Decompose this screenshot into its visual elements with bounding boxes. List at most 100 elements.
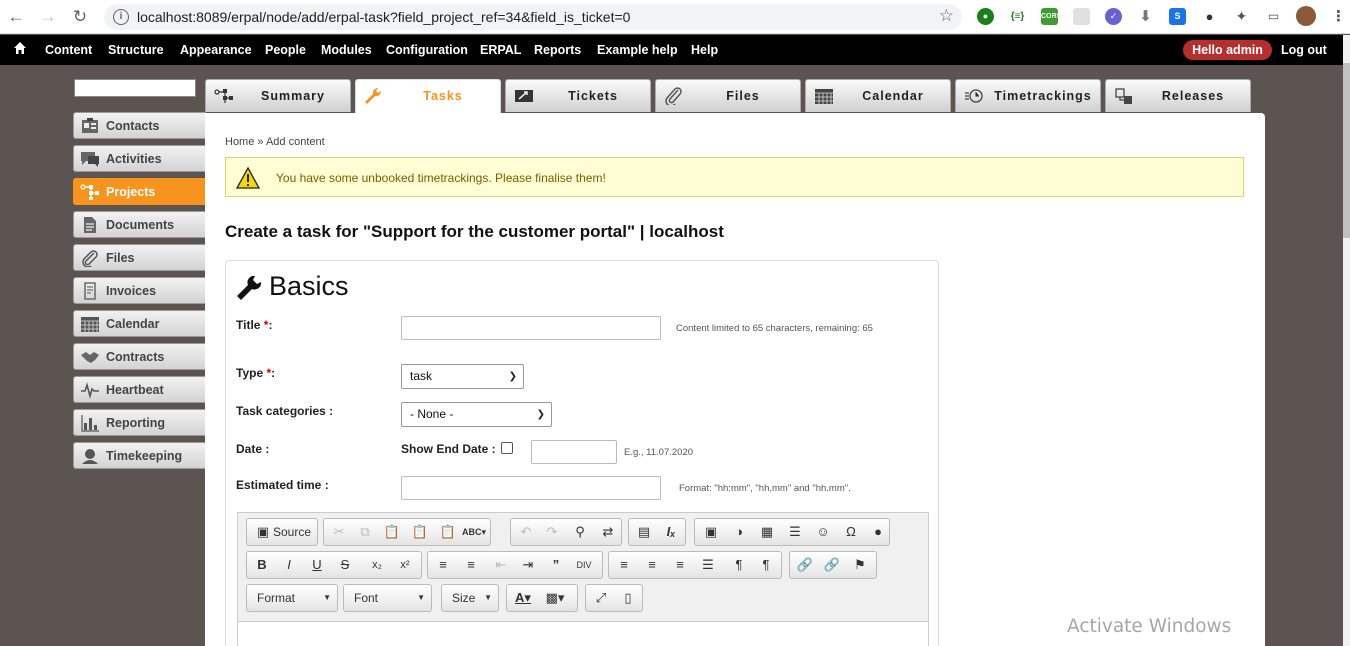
forward-icon[interactable]: → — [37, 6, 59, 28]
image-icon[interactable]: ▣ — [699, 521, 723, 543]
spellcheck-icon[interactable]: ABC▾ — [462, 521, 486, 543]
iframe-icon[interactable]: ● — [866, 521, 890, 543]
extension-check-icon[interactable]: ✓ — [1105, 8, 1122, 25]
logout-link[interactable]: Log out — [1281, 43, 1327, 57]
table-icon[interactable]: ▦ — [755, 521, 779, 543]
sidebar-item-contracts[interactable]: Contracts — [73, 343, 206, 370]
anchor-flag-icon[interactable]: ⚑ — [848, 554, 872, 576]
editor-content-area[interactable] — [238, 621, 928, 646]
title-input[interactable] — [401, 316, 661, 340]
paste-text-icon[interactable]: 📋 — [408, 521, 432, 543]
replace-icon[interactable]: ⇄ — [596, 521, 620, 543]
source-icon[interactable]: ▣ — [251, 521, 275, 543]
unlink-icon[interactable]: 🔗 — [820, 554, 844, 576]
extension-json-icon[interactable]: {≡} — [1009, 8, 1026, 25]
show-blocks-icon[interactable]: ▯ — [616, 587, 640, 609]
admin-menu-help[interactable]: Help — [691, 43, 718, 57]
strikethrough-icon[interactable]: S — [333, 554, 357, 576]
extension-s-icon[interactable]: S — [1169, 8, 1186, 25]
admin-menu-configuration[interactable]: Configuration — [386, 43, 468, 57]
text-color-icon[interactable]: A▾ — [511, 587, 535, 609]
page-scrollbar[interactable] — [1343, 35, 1350, 646]
type-select[interactable]: task ❯ — [401, 364, 524, 389]
superscript-icon[interactable]: x² — [393, 554, 417, 576]
admin-menu-structure[interactable]: Structure — [108, 43, 164, 57]
italic-icon[interactable]: I — [277, 554, 301, 576]
site-info-icon[interactable]: i — [113, 9, 129, 25]
horizontal-line-icon[interactable]: ☰ — [783, 521, 807, 543]
sidebar-item-contacts[interactable]: Contacts — [73, 112, 206, 139]
ltr-icon[interactable]: ¶ — [727, 554, 751, 576]
sidebar-item-activities[interactable]: Activities — [73, 145, 206, 172]
estimated-time-input[interactable] — [401, 476, 661, 500]
size-dropdown[interactable]: Size ▼ — [441, 584, 499, 612]
blockquote-icon[interactable]: ” — [544, 554, 568, 576]
tab-timetrackings[interactable]: Timetrackings — [955, 79, 1101, 112]
font-dropdown[interactable]: Font ▼ — [343, 584, 432, 612]
format-dropdown[interactable]: Format ▼ — [246, 584, 338, 612]
admin-menu-erpal[interactable]: ERPAL — [480, 43, 521, 57]
sidebar-item-invoices[interactable]: Invoices — [73, 277, 206, 304]
admin-menu-content[interactable]: Content — [45, 43, 92, 57]
browser-menu-icon[interactable]: ⋮ — [1330, 8, 1347, 25]
outdent-icon[interactable]: ⇤ — [489, 554, 513, 576]
justify-icon[interactable]: ☰ — [696, 554, 720, 576]
profile-avatar[interactable] — [1296, 6, 1316, 26]
tab-calendar[interactable]: Calendar — [805, 79, 951, 112]
sidebar-item-timekeeping[interactable]: Timekeeping — [73, 442, 206, 469]
admin-menu-people[interactable]: People — [265, 43, 306, 57]
sidebar-item-files[interactable]: Files — [73, 244, 206, 271]
extension-cors-icon[interactable]: CORS — [1041, 8, 1061, 25]
background-color-icon[interactable]: ▩▾ — [543, 587, 567, 609]
source-button[interactable]: Source — [273, 525, 311, 539]
extension-green-icon[interactable]: ● — [977, 8, 994, 25]
numbered-list-icon[interactable]: ≡ — [431, 554, 455, 576]
special-char-icon[interactable]: Ω — [839, 521, 863, 543]
scrollbar-thumb[interactable] — [1343, 63, 1350, 238]
sidebar-item-calendar[interactable]: Calendar — [73, 310, 206, 337]
sidebar-item-reporting[interactable]: Reporting — [73, 409, 206, 436]
breadcrumb[interactable]: Home » Add content — [225, 136, 325, 148]
home-icon[interactable] — [13, 41, 27, 55]
sidebar-item-projects[interactable]: Projects — [73, 178, 221, 205]
download-icon[interactable]: ⬇ — [1137, 8, 1154, 25]
sidebar-item-heartbeat[interactable]: Heartbeat — [73, 376, 206, 403]
tab-files[interactable]: Files — [655, 79, 801, 112]
rtl-icon[interactable]: ¶ — [754, 554, 778, 576]
paste-word-icon[interactable]: 📋 — [436, 521, 460, 543]
undo-icon[interactable]: ↶ — [514, 521, 538, 543]
sidebar-item-documents[interactable]: Documents — [73, 211, 206, 238]
reload-icon[interactable]: ↻ — [69, 6, 91, 28]
cut-icon[interactable]: ✂ — [327, 521, 351, 543]
maximize-icon[interactable]: ⤢ — [589, 587, 613, 609]
date-input[interactable] — [531, 440, 617, 464]
tab-releases[interactable]: Releases — [1105, 79, 1251, 112]
smiley-icon[interactable]: ☺ — [811, 521, 835, 543]
show-end-date-checkbox[interactable] — [501, 442, 513, 454]
align-left-icon[interactable]: ≡ — [612, 554, 636, 576]
tab-tickets[interactable]: Tickets — [505, 79, 651, 112]
subscript-icon[interactable]: x₂ — [365, 554, 389, 576]
tab-tasks[interactable]: Tasks — [355, 79, 501, 113]
redo-icon[interactable]: ↷ — [540, 521, 564, 543]
extension-people-icon[interactable]: ● — [1201, 8, 1218, 25]
admin-menu-example-help[interactable]: Example help — [597, 43, 678, 57]
address-bar[interactable]: i localhost:8089/erpal/node/add/erpal-ta… — [104, 4, 962, 30]
align-center-icon[interactable]: ≡ — [640, 554, 664, 576]
paste-icon[interactable]: 📋 — [380, 521, 404, 543]
admin-menu-appearance[interactable]: Appearance — [180, 43, 252, 57]
flash-icon[interactable]: ◑ — [727, 521, 751, 543]
hello-user-badge[interactable]: Hello admin — [1183, 40, 1272, 60]
back-icon[interactable]: ← — [5, 6, 27, 28]
link-icon[interactable]: 🔗 — [793, 554, 817, 576]
remove-format-icon[interactable]: Iₓ — [659, 521, 683, 543]
find-icon[interactable]: ⚲ — [568, 521, 592, 543]
finalise-link[interactable]: Please finalise them! — [495, 171, 606, 185]
bulleted-list-icon[interactable]: ≡ — [459, 554, 483, 576]
bookmark-star-icon[interactable]: ☆ — [939, 6, 954, 26]
extensions-puzzle-icon[interactable]: ✦ — [1233, 8, 1250, 25]
underline-icon[interactable]: U — [305, 554, 329, 576]
admin-menu-reports[interactable]: Reports — [534, 43, 581, 57]
admin-menu-modules[interactable]: Modules — [321, 43, 372, 57]
copy-icon[interactable]: ⧉ — [353, 521, 377, 543]
